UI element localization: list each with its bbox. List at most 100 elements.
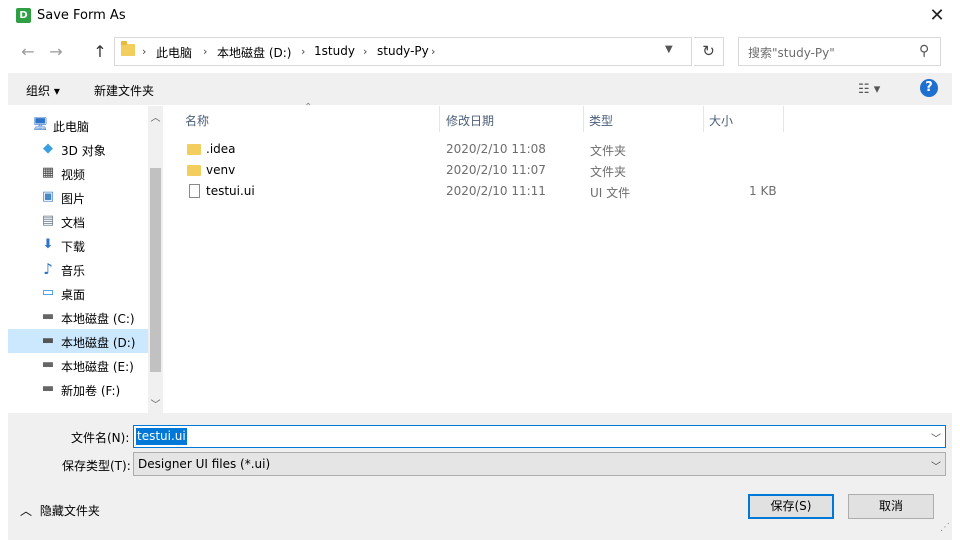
address-bar[interactable]: › 此电脑 › 本地磁盘 (D:) › 1study › study-Py › … — [114, 37, 692, 66]
sidebar-item-this-pc[interactable]: 🖥 此电脑 — [8, 113, 148, 137]
table-row[interactable]: testui.ui 2020/2/10 11:11 UI 文件 1 KB — [163, 181, 952, 202]
sidebar-scrollbar[interactable]: ︿ ﹀ — [148, 106, 163, 413]
sidebar-item-pictures[interactable]: ▣ 图片 — [8, 185, 148, 209]
title-bar: D Save Form As ✕ — [0, 0, 960, 32]
filetype-value: Designer UI files (*.ui) — [138, 457, 271, 471]
sidebar-item-label: 桌面 — [61, 288, 86, 302]
cancel-button[interactable]: 取消 — [848, 494, 934, 519]
sidebar-item-label: 文档 — [61, 216, 86, 230]
column-divider[interactable] — [583, 106, 584, 132]
filename-value[interactable]: testui.ui — [136, 428, 187, 445]
folder-icon — [121, 41, 135, 56]
computer-icon: 🖥 — [32, 117, 49, 132]
breadcrumb-separator[interactable]: › — [431, 45, 435, 58]
documents-icon: ▤ — [41, 213, 55, 228]
table-row[interactable]: .idea 2020/2/10 11:08 文件夹 — [163, 139, 952, 160]
file-date: 2020/2/10 11:07 — [446, 163, 546, 177]
hide-folders-label: 隐藏文件夹 — [39, 504, 100, 518]
filetype-select[interactable]: Designer UI files (*.ui) ﹀ — [133, 452, 946, 476]
window-title: Save Form As — [37, 8, 126, 23]
filename-field[interactable]: testui.ui ﹀ — [133, 425, 946, 448]
file-icon — [189, 184, 200, 198]
up-arrow-icon[interactable]: ↑ — [90, 42, 110, 62]
filename-label: 文件名(N): — [71, 431, 130, 445]
resize-grip-icon[interactable]: ⋰ — [940, 522, 950, 533]
new-folder-button[interactable]: 新建文件夹 — [94, 82, 154, 99]
left-border — [0, 73, 8, 540]
column-divider[interactable] — [439, 106, 440, 132]
file-type: 文件夹 — [590, 144, 627, 158]
breadcrumb-separator[interactable]: › — [142, 45, 146, 58]
help-icon[interactable]: ? — [920, 79, 938, 97]
file-size: 1 KB — [749, 184, 777, 198]
breadcrumb-1study[interactable]: 1study — [314, 44, 355, 58]
scroll-up-icon[interactable]: ︿ — [148, 109, 163, 124]
column-header-size[interactable]: 大小 — [709, 112, 733, 129]
sidebar-item-label: 本地磁盘 (D:) — [61, 336, 136, 350]
sidebar-item-label: 新加卷 (F:) — [61, 384, 121, 398]
drive-icon: ▬ — [41, 309, 55, 324]
sidebar-item-label: 视频 — [61, 168, 86, 182]
desktop-icon: ▭ — [41, 285, 55, 300]
chevron-up-icon: ︿ — [20, 504, 33, 518]
sidebar-item-videos[interactable]: ▦ 视频 — [8, 161, 148, 185]
chevron-down-icon[interactable]: ▼ — [665, 44, 673, 55]
column-header-type[interactable]: 类型 — [589, 112, 613, 129]
downloads-icon: ⬇ — [42, 237, 54, 252]
folder-icon — [187, 144, 201, 155]
drive-icon: ▬ — [41, 333, 55, 348]
save-button[interactable]: 保存(S) — [748, 494, 834, 519]
right-border — [952, 73, 960, 540]
pictures-icon: ▣ — [41, 189, 55, 204]
breadcrumb-this-pc[interactable]: 此电脑 — [156, 44, 192, 61]
view-options-icon[interactable]: ☷ ▾ — [858, 82, 880, 97]
scrollbar-thumb[interactable] — [150, 168, 161, 372]
sidebar-item-drive-e[interactable]: ▬ 本地磁盘 (E:) — [8, 353, 148, 377]
sidebar-item-label: 此电脑 — [53, 120, 90, 134]
sidebar-item-label: 图片 — [61, 192, 86, 206]
drive-icon: ▬ — [41, 381, 55, 396]
file-name: venv — [206, 163, 236, 177]
column-header-name[interactable]: 名称 — [185, 112, 209, 129]
scroll-down-icon[interactable]: ﹀ — [148, 396, 163, 411]
search-placeholder: 搜索"study-Py" — [748, 46, 835, 60]
sidebar-item-downloads[interactable]: ⬇ 下载 — [8, 233, 148, 257]
navigation-pane: 🖥 此电脑 ◆ 3D 对象 ▦ 视频 ▣ 图片 ▤ 文档 ⬇ 下载 ♪ 音乐 ▭… — [8, 106, 163, 413]
forward-arrow-icon[interactable]: → — [46, 42, 66, 62]
sidebar-item-drive-d[interactable]: ▬ 本地磁盘 (D:) — [8, 329, 148, 353]
sidebar-item-desktop[interactable]: ▭ 桌面 — [8, 281, 148, 305]
column-header-date[interactable]: 修改日期 — [446, 112, 494, 129]
breadcrumb-study-py[interactable]: study-Py — [377, 44, 429, 58]
file-name: testui.ui — [206, 184, 255, 198]
sidebar-item-3d-objects[interactable]: ◆ 3D 对象 — [8, 137, 148, 161]
file-type: UI 文件 — [590, 186, 631, 200]
app-icon: D — [16, 8, 31, 23]
breadcrumb-separator[interactable]: › — [363, 45, 367, 58]
refresh-icon[interactable]: ↻ — [694, 37, 724, 66]
3d-objects-icon: ◆ — [43, 141, 53, 156]
folder-icon — [187, 165, 201, 176]
sidebar-item-drive-c[interactable]: ▬ 本地磁盘 (C:) — [8, 305, 148, 329]
column-divider[interactable] — [783, 106, 784, 132]
table-row[interactable]: venv 2020/2/10 11:07 文件夹 — [163, 160, 952, 181]
chevron-down-icon[interactable]: ﹀ — [931, 430, 941, 445]
sidebar-item-drive-f[interactable]: ▬ 新加卷 (F:) — [8, 377, 148, 401]
breadcrumb-drive-d[interactable]: 本地磁盘 (D:) — [217, 44, 291, 61]
organize-button[interactable]: 组织 ▾ — [26, 82, 60, 99]
sidebar-item-music[interactable]: ♪ 音乐 — [8, 257, 148, 281]
column-divider[interactable] — [703, 106, 704, 132]
sidebar-item-label: 音乐 — [61, 264, 86, 278]
search-icon[interactable]: ⚲ — [919, 43, 929, 59]
breadcrumb-separator[interactable]: › — [203, 45, 207, 58]
videos-icon: ▦ — [41, 165, 55, 180]
file-list: ⌃ 名称 修改日期 类型 大小 .idea 2020/2/10 11:08 文件… — [163, 102, 952, 413]
file-date: 2020/2/10 11:08 — [446, 142, 546, 156]
search-input[interactable]: 搜索"study-Py" ⚲ — [738, 37, 941, 66]
back-arrow-icon[interactable]: ← — [18, 42, 38, 62]
music-icon: ♪ — [43, 260, 53, 278]
hide-folders-toggle[interactable]: ︿ 隐藏文件夹 — [20, 502, 100, 519]
close-icon[interactable]: ✕ — [924, 4, 950, 28]
chevron-down-icon[interactable]: ﹀ — [931, 458, 941, 473]
sidebar-item-documents[interactable]: ▤ 文档 — [8, 209, 148, 233]
breadcrumb-separator[interactable]: › — [301, 45, 305, 58]
